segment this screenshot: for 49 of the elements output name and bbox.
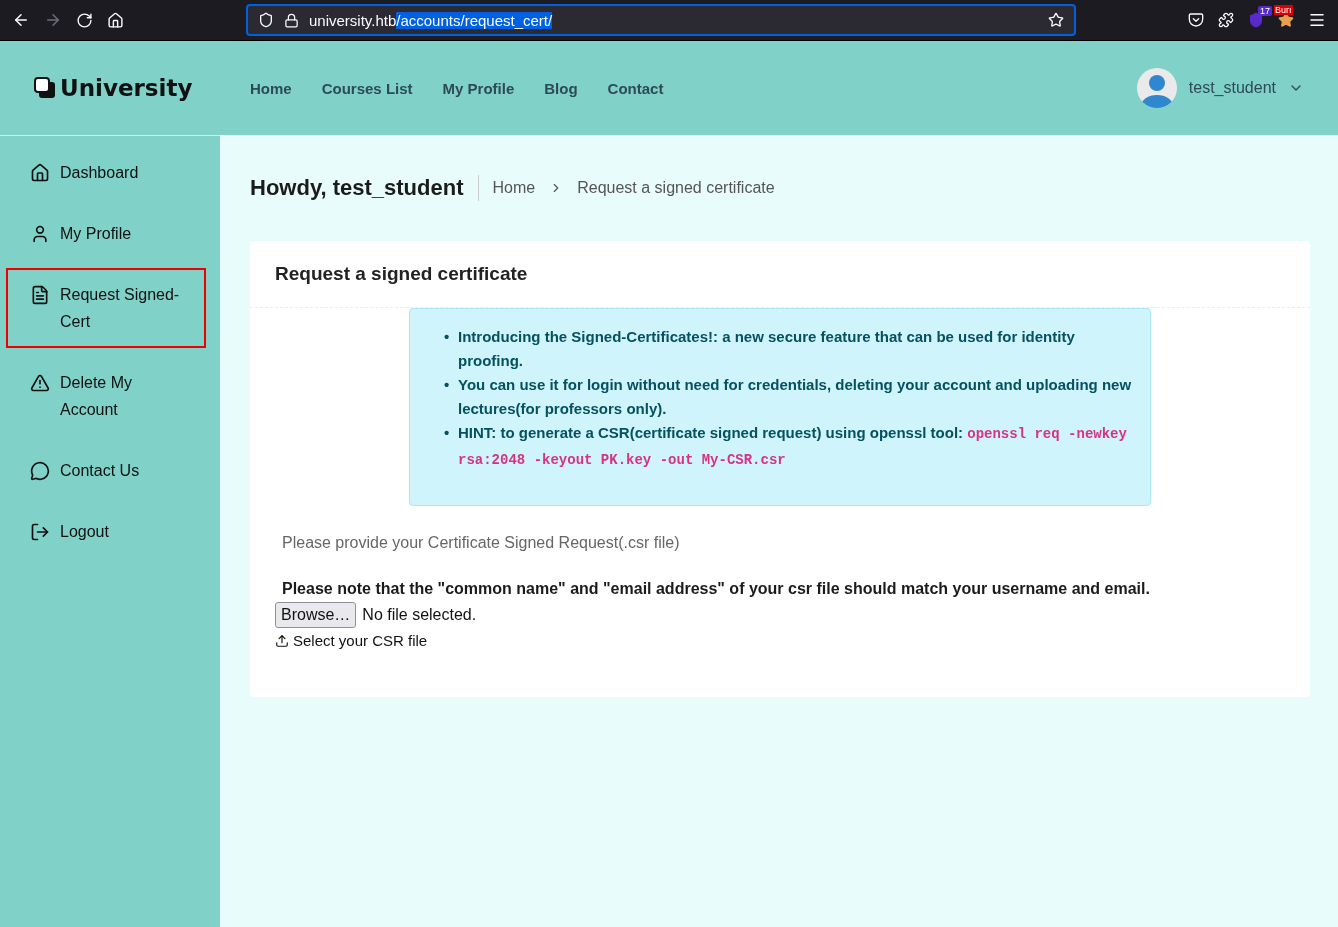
info-item: You can use it for login without need for credentials, deleting your account and uploading new lectures(for professors only).: [458, 375, 1133, 419]
pocket-icon[interactable]: [1188, 12, 1204, 28]
logo-text: University: [60, 75, 193, 101]
sidebar-item[interactable]: My Profile: [6, 207, 206, 260]
breadcrumb-current: Request a signed certificate: [577, 179, 775, 197]
lock-icon: [284, 12, 299, 28]
sidebar-item[interactable]: Delete My Account: [6, 356, 206, 436]
document-icon: [30, 285, 50, 305]
bullet: •: [444, 375, 451, 395]
username[interactable]: test_student: [1188, 79, 1276, 97]
star-icon[interactable]: [1048, 12, 1064, 28]
nav-link[interactable]: Home: [250, 79, 292, 97]
back-icon[interactable]: [12, 11, 30, 29]
sidebar-item[interactable]: Request Signed-Cert: [6, 268, 206, 348]
reload-icon[interactable]: [76, 11, 93, 29]
avatar-icon[interactable]: [1136, 68, 1177, 108]
nav-link[interactable]: My Profile: [442, 79, 515, 97]
browse-button[interactable]: Browse…: [275, 602, 357, 628]
breadcrumb-link[interactable]: Home: [492, 179, 536, 197]
sidebar-item[interactable]: Contact Us: [6, 444, 206, 497]
nav-link[interactable]: Blog: [544, 79, 578, 97]
warning-text: Please note that the "common name" and "email address" of your csr file should match your username and email.: [282, 580, 1151, 598]
warning-icon: [30, 373, 50, 393]
info-item: HINT: to generate a CSR(certificate signed request) using openssl tool: openssl req -newkey rsa:2048 -keyout PK.key -out My-CSR.csr: [458, 423, 1128, 470]
nav-link[interactable]: Contact: [607, 79, 664, 97]
home-icon: [30, 163, 50, 183]
menu-icon[interactable]: [1308, 11, 1326, 29]
nav-link[interactable]: Courses List: [321, 79, 413, 97]
extension-icon[interactable]: [1278, 12, 1294, 28]
puzzle-icon[interactable]: [1218, 12, 1234, 28]
bullet: •: [444, 327, 451, 347]
shield-icon: [258, 12, 274, 28]
home-icon[interactable]: [107, 11, 124, 29]
prompt-text: Please provide your Certificate Signed Request(.csr file): [282, 534, 681, 552]
page-title: Howdy, test_student: [250, 175, 479, 201]
chat-icon: [30, 461, 50, 481]
info-item: Introducing the Signed-Certificates!: a new secure feature that can be used for identity proofing.: [458, 327, 1076, 371]
file-status: No file selected.: [362, 606, 477, 624]
upload-label[interactable]: Select your CSR file: [293, 632, 428, 649]
bullet: •: [444, 423, 451, 443]
extension-badge: Burı: [1274, 5, 1293, 15]
upload-icon: [275, 633, 289, 648]
extension-badge: 17: [1258, 6, 1272, 16]
logo-icon: [34, 77, 56, 99]
sidebar-item[interactable]: Logout: [6, 505, 206, 558]
user-icon: [30, 224, 50, 244]
sidebar-item[interactable]: Dashboard: [6, 146, 206, 199]
logout-icon: [30, 522, 50, 542]
forward-icon[interactable]: [44, 11, 62, 29]
